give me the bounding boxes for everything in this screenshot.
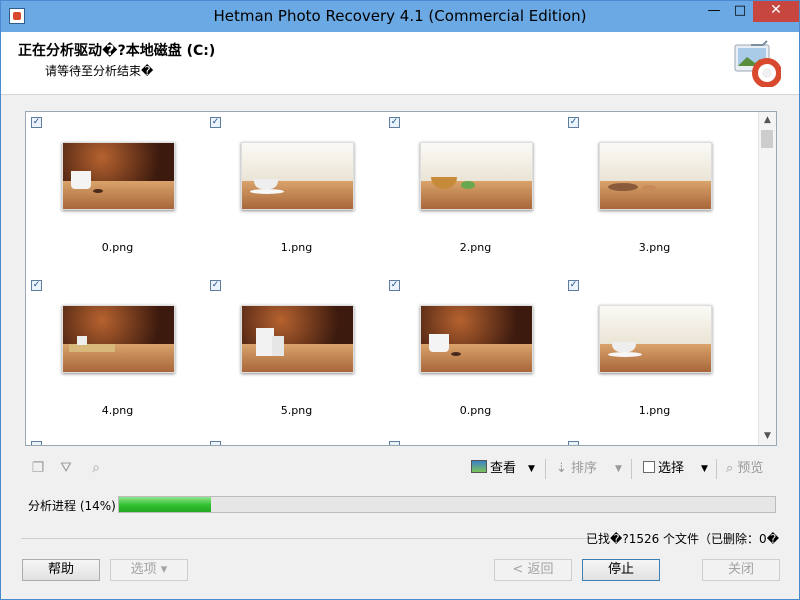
sort-icon: ⇣ [556, 461, 567, 476]
image-thumbnail[interactable] [241, 305, 354, 373]
close-window-button[interactable]: ✕ [753, 1, 799, 22]
scroll-thumb[interactable] [761, 130, 773, 148]
select-label: 选择 [658, 461, 685, 476]
stop-button[interactable]: 停止 [582, 559, 660, 581]
file-thumbnail-item[interactable]: ✓ 0.png [386, 277, 565, 440]
file-checkbox[interactable]: ✓ [389, 117, 400, 128]
view-icon [471, 460, 487, 473]
sort-dropdown-icon[interactable]: ▼ [615, 457, 622, 481]
vertical-scrollbar[interactable]: ▲ ▼ [758, 112, 776, 445]
analysis-progress-bar [118, 496, 776, 513]
file-name: 5.png [280, 404, 313, 417]
file-checkbox[interactable]: ✓ [31, 117, 42, 128]
file-name: 0.png [101, 241, 134, 254]
sort-label: 排序 [571, 461, 598, 476]
image-thumbnail[interactable] [420, 142, 533, 210]
file-thumbnail-item[interactable]: ✓ 1.png [207, 114, 386, 277]
preview-label: 预览 [737, 461, 764, 476]
file-checkbox[interactable]: ✓ [568, 117, 579, 128]
file-checkbox-partial[interactable] [210, 441, 221, 445]
file-name: 0.png [459, 404, 492, 417]
file-thumbnail-item[interactable]: ✓ 2.png [386, 114, 565, 277]
image-thumbnail[interactable] [62, 142, 175, 210]
file-checkbox-partial[interactable] [389, 441, 400, 445]
file-checkbox[interactable]: ✓ [210, 117, 221, 128]
file-checkbox-partial[interactable] [31, 441, 42, 445]
app-window: Hetman Photo Recovery 4.1 (Commercial Ed… [0, 0, 800, 600]
file-name: 4.png [101, 404, 134, 417]
options-button[interactable]: 选项 ▾ [110, 559, 188, 581]
close-button[interactable]: 关闭 [702, 559, 780, 581]
select-checkbox-icon [643, 461, 655, 473]
status-divider [21, 538, 589, 539]
toolbar-divider [631, 459, 632, 479]
preview-button[interactable]: ⌕ 预览 [726, 457, 763, 481]
file-checkbox[interactable]: ✓ [568, 280, 579, 291]
file-thumbnail-grid[interactable]: ▲ ▼ ✓ 0.png ✓ 1.png ✓ 2.png ✓ 3.png ✓ 4.png ✓ 5.png… [25, 111, 777, 446]
sort-button[interactable]: ⇣ 排序 [556, 457, 597, 481]
find-icon[interactable]: ⌕ [87, 459, 105, 477]
progress-fill [119, 497, 211, 512]
file-checkbox[interactable]: ✓ [31, 280, 42, 291]
copy-icon[interactable]: ❐ [29, 459, 47, 477]
toolbar-divider [545, 459, 546, 479]
minimize-button[interactable]: — [701, 1, 727, 22]
view-label: 查看 [490, 461, 517, 476]
scroll-down-icon[interactable]: ▼ [759, 428, 776, 445]
file-name: 1.png [280, 241, 313, 254]
window-title: Hetman Photo Recovery 4.1 (Commercial Ed… [213, 7, 587, 25]
view-button[interactable]: 查看 [471, 457, 516, 481]
recovery-logo-icon [734, 40, 781, 87]
file-thumbnail-item[interactable]: ✓ 3.png [565, 114, 744, 277]
found-files-status: 已找�?1526 个文件（已删除：0� [586, 532, 779, 546]
file-thumbnail-item[interactable]: ✓ 5.png [207, 277, 386, 440]
file-thumbnail-item[interactable]: ✓ 0.png [28, 114, 207, 277]
file-name: 2.png [459, 241, 492, 254]
image-thumbnail[interactable] [241, 142, 354, 210]
wizard-header: 正在分析驱动�?本地磁盘 (C:) 请等待至分析结束� [1, 32, 799, 95]
filter-icon[interactable]: ⛛ [57, 459, 75, 477]
scroll-up-icon[interactable]: ▲ [759, 112, 776, 129]
header-subtitle: 请等待至分析结束� [45, 64, 154, 78]
select-button[interactable]: 选择 [643, 457, 684, 481]
view-dropdown-icon[interactable]: ▼ [528, 457, 535, 481]
title-bar[interactable]: Hetman Photo Recovery 4.1 (Commercial Ed… [1, 1, 799, 32]
image-thumbnail[interactable] [599, 142, 712, 210]
image-thumbnail[interactable] [420, 305, 533, 373]
file-name: 1.png [638, 404, 671, 417]
image-thumbnail[interactable] [599, 305, 712, 373]
bottom-toolbar: ❐ ⛛ ⌕ 查看 ▼ ⇣ 排序 ▼ 选择 ▼ ⌕ 预览 [25, 457, 777, 481]
toolbar-divider [716, 459, 717, 479]
file-checkbox[interactable]: ✓ [389, 280, 400, 291]
select-dropdown-icon[interactable]: ▼ [701, 457, 708, 481]
file-checkbox-partial[interactable] [568, 441, 579, 445]
file-thumbnail-item[interactable]: ✓ 1.png [565, 277, 744, 440]
header-title: 正在分析驱动�?本地磁盘 (C:) [18, 43, 216, 59]
file-thumbnail-item[interactable]: ✓ 4.png [28, 277, 207, 440]
help-button[interactable]: 帮助 [22, 559, 100, 581]
back-button[interactable]: < 返回 [494, 559, 572, 581]
file-checkbox[interactable]: ✓ [210, 280, 221, 291]
preview-icon: ⌕ [726, 461, 734, 476]
maximize-button[interactable]: □ [727, 1, 753, 22]
progress-label: 分析进程 (14%) [28, 499, 116, 513]
image-thumbnail[interactable] [62, 305, 175, 373]
file-name: 3.png [638, 241, 671, 254]
